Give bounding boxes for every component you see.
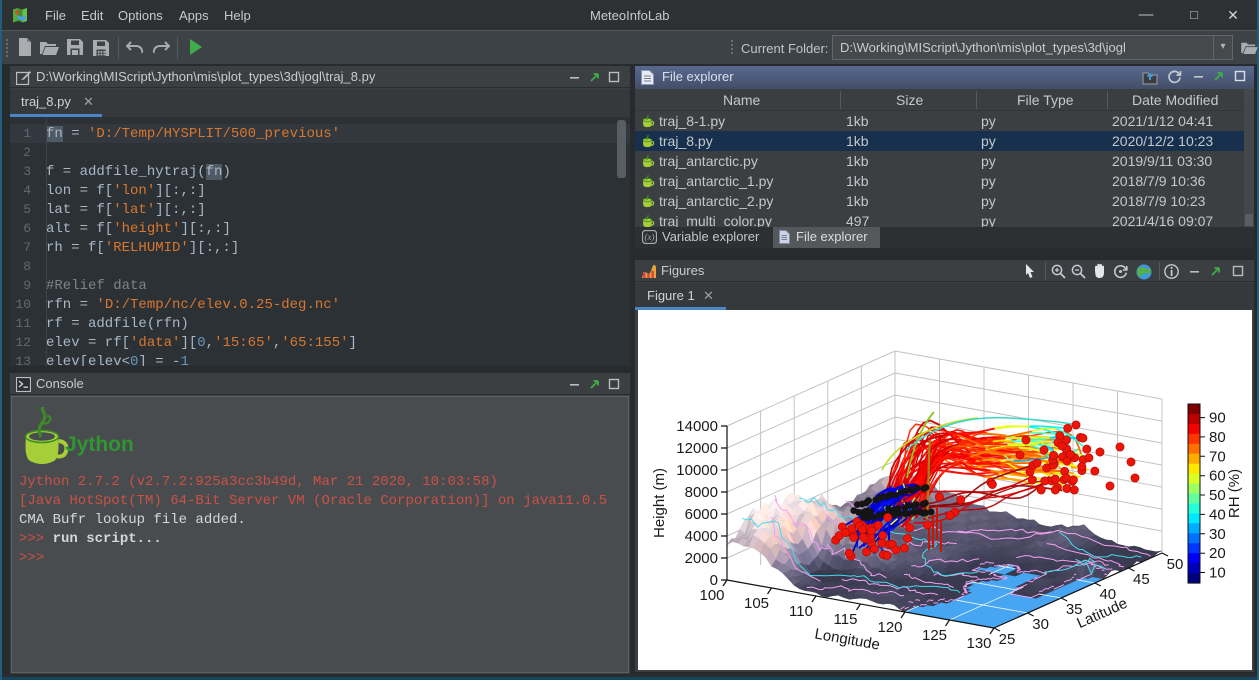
svg-text:100: 100: [699, 587, 724, 604]
svg-text:105: 105: [744, 595, 769, 612]
svg-text:110: 110: [789, 603, 813, 620]
svg-text:Jython: Jython: [65, 433, 134, 456]
svg-text:25: 25: [999, 631, 1016, 648]
svg-text:10000: 10000: [676, 462, 718, 479]
svg-text:120: 120: [877, 619, 902, 636]
svg-text:6000: 6000: [685, 506, 718, 523]
svg-text:90: 90: [1209, 410, 1226, 427]
svg-text:RH (%): RH (%): [1226, 469, 1243, 518]
svg-text:2000: 2000: [685, 550, 718, 567]
svg-text:14000: 14000: [676, 418, 718, 435]
svg-text:70: 70: [1209, 448, 1226, 465]
svg-text:20: 20: [1209, 545, 1226, 562]
svg-text:(x): (x): [645, 232, 655, 242]
svg-text:12000: 12000: [676, 440, 718, 457]
svg-text:Height (m): Height (m): [651, 468, 668, 538]
svg-text:60: 60: [1209, 468, 1226, 485]
svg-text:115: 115: [834, 611, 858, 628]
svg-text:50: 50: [1209, 487, 1226, 504]
svg-text:130: 130: [966, 635, 991, 652]
svg-text:50: 50: [1167, 556, 1184, 573]
svg-text:45: 45: [1133, 571, 1150, 588]
svg-text:8000: 8000: [685, 484, 718, 501]
svg-text:10: 10: [1209, 565, 1226, 582]
svg-text:4000: 4000: [685, 528, 718, 545]
svg-text:125: 125: [922, 627, 947, 644]
svg-text:80: 80: [1209, 429, 1226, 446]
svg-text:40: 40: [1209, 506, 1226, 523]
svg-text:30: 30: [1032, 616, 1049, 633]
svg-text:30: 30: [1209, 526, 1226, 543]
